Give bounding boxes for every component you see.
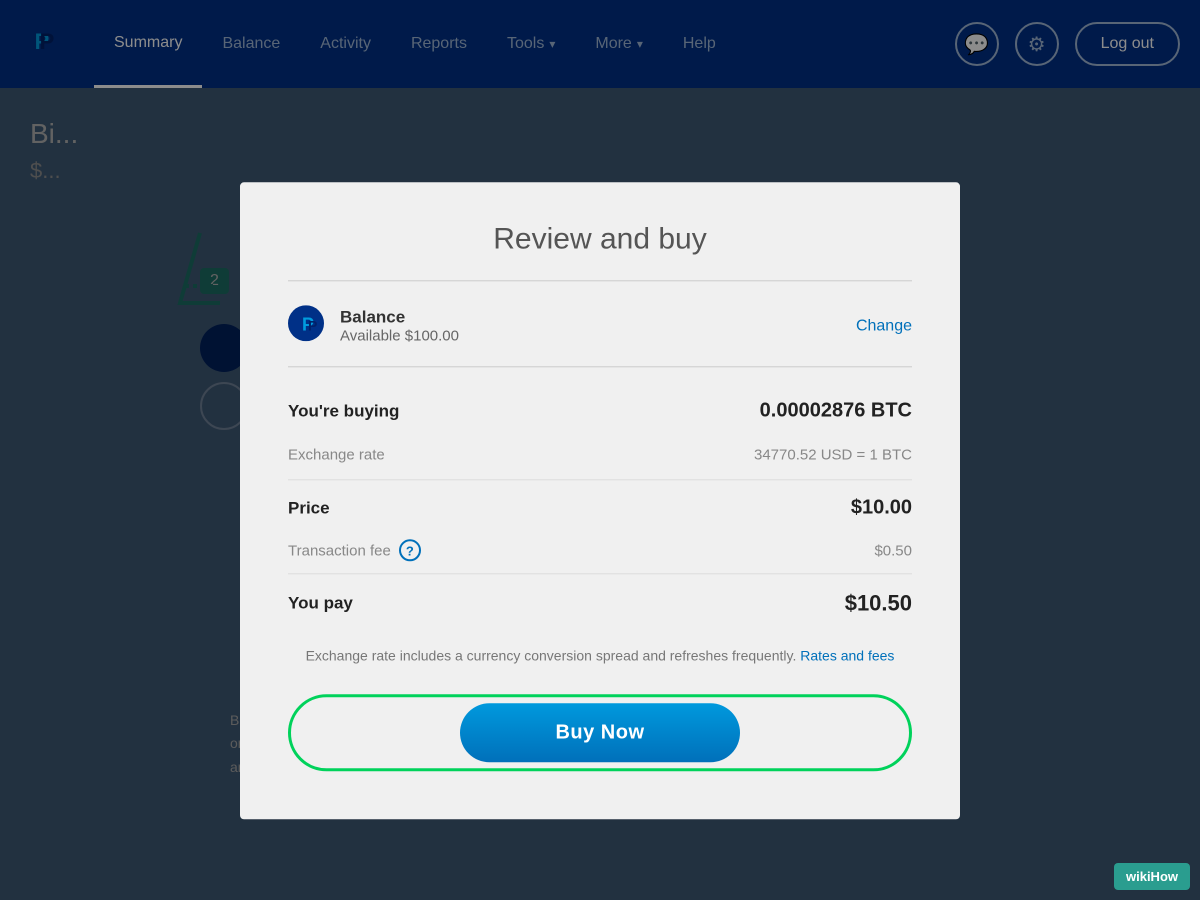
payment-method-row: P P Balance Available $100.00 Change — [288, 305, 912, 367]
price-value: $10.00 — [851, 496, 912, 519]
change-link[interactable]: Change — [856, 317, 912, 335]
price-row: Price $10.00 — [288, 484, 912, 531]
buying-row: You're buying 0.00002876 BTC — [288, 387, 912, 434]
price-label: Price — [288, 498, 330, 518]
modal-divider — [288, 280, 912, 281]
transaction-fee-label: Transaction fee — [288, 542, 391, 559]
transaction-fee-row: Transaction fee ? $0.50 — [288, 531, 912, 569]
buying-value: 0.00002876 BTC — [760, 399, 912, 422]
you-pay-label: You pay — [288, 593, 353, 613]
transaction-fee-value: $0.50 — [874, 542, 912, 559]
buying-label: You're buying — [288, 401, 399, 421]
you-pay-row: You pay $10.50 — [288, 578, 912, 628]
exchange-note: Exchange rate includes a currency conver… — [288, 644, 912, 666]
exchange-rate-label: Exchange rate — [288, 446, 385, 463]
rates-fees-link[interactable]: Rates and fees — [800, 647, 894, 663]
you-pay-value: $10.50 — [845, 590, 912, 616]
payment-method-available: Available $100.00 — [340, 327, 856, 344]
buy-now-wrapper: Buy Now — [288, 695, 912, 772]
payment-method-info: Balance Available $100.00 — [340, 307, 856, 344]
svg-text:P: P — [308, 317, 317, 333]
wikihow-badge: wikiHow — [1114, 863, 1190, 890]
modal-title: Review and buy — [288, 222, 912, 256]
transaction-fee-help-icon[interactable]: ? — [399, 539, 421, 561]
section-divider-2 — [288, 573, 912, 574]
exchange-rate-value: 34770.52 USD = 1 BTC — [754, 446, 912, 463]
section-divider-1 — [288, 479, 912, 480]
review-buy-modal: Review and buy P P Balance Available $10… — [240, 182, 960, 819]
buy-now-button[interactable]: Buy Now — [460, 704, 740, 763]
fee-label-group: Transaction fee ? — [288, 539, 421, 561]
payment-method-name: Balance — [340, 307, 856, 327]
paypal-logo-small: P P — [288, 305, 324, 346]
exchange-rate-row: Exchange rate 34770.52 USD = 1 BTC — [288, 434, 912, 475]
